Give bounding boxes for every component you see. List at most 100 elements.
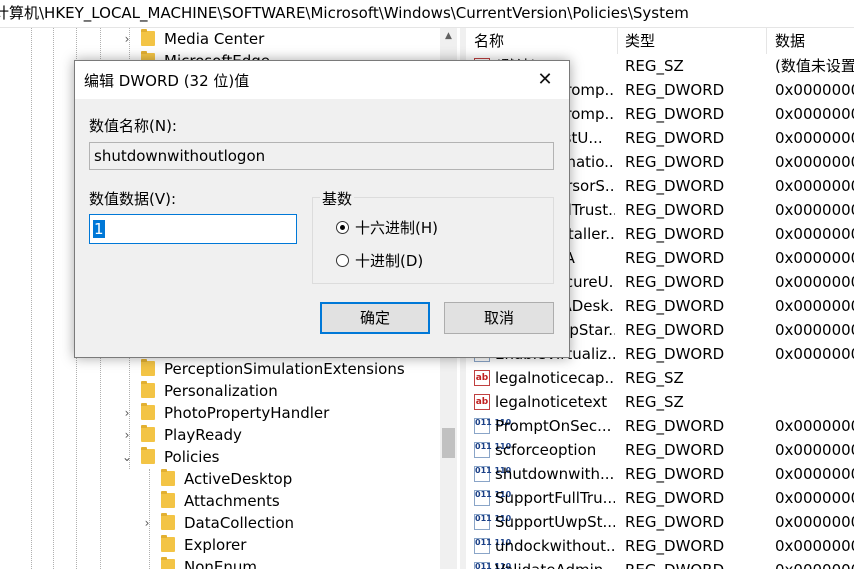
- address-bar[interactable]: 计算机\HKEY_LOCAL_MACHINE\SOFTWARE\Microsof…: [0, 0, 854, 28]
- collapse-arrow-icon[interactable]: ⌄: [122, 446, 132, 468]
- tree-item[interactable]: Explorer: [0, 534, 440, 556]
- expand-arrow-icon[interactable]: ›: [142, 512, 152, 534]
- tree-item[interactable]: Personalization: [0, 380, 440, 402]
- value-type: REG_SZ: [625, 369, 684, 387]
- value-row[interactable]: 011 110 SupportFullTru... REG_DWORD 0x00000…: [466, 486, 854, 510]
- tree-item[interactable]: › PhotoPropertyHandler: [0, 402, 440, 424]
- value-data: 0x0000000: [775, 81, 854, 99]
- tree-item[interactable]: Attachments: [0, 490, 440, 512]
- binary-value-icon: 011 110: [474, 442, 511, 458]
- close-icon[interactable]: ✕: [531, 66, 559, 94]
- value-type: REG_DWORD: [625, 513, 725, 531]
- tree-item[interactable]: PerceptionSimulationExtensions: [0, 358, 440, 380]
- tree-item-label: ActiveDesktop: [184, 470, 293, 488]
- ok-button[interactable]: 确定: [320, 302, 430, 334]
- base-group-label: 基数: [320, 188, 355, 209]
- value-name: SupportFullTru...: [495, 489, 615, 507]
- value-type: REG_DWORD: [625, 345, 725, 363]
- value-data: 0x0000000: [775, 537, 854, 555]
- address-path: 计算机\HKEY_LOCAL_MACHINE\SOFTWARE\Microsof…: [0, 4, 689, 22]
- value-data: 0x0000000: [775, 417, 854, 435]
- value-data: 0x0000000: [775, 558, 854, 569]
- tree-item-label: DataCollection: [184, 514, 295, 532]
- value-type: REG_DWORD: [625, 417, 725, 435]
- scroll-up-arrow-icon[interactable]: ▲: [440, 28, 457, 45]
- value-data: 0x0000000: [775, 345, 854, 363]
- value-name: scforceoption: [495, 441, 597, 459]
- value-type: REG_DWORD: [625, 489, 725, 507]
- value-name-label: 数值名称(N):: [89, 117, 177, 135]
- tree-item-label: Media Center: [164, 30, 265, 48]
- folder-icon: [141, 29, 155, 46]
- value-data: 0x0000000: [775, 249, 854, 267]
- tree-item[interactable]: › Media Center: [0, 28, 440, 50]
- decimal-radio[interactable]: [336, 254, 349, 267]
- tree-item-label: NonEnum: [184, 558, 258, 569]
- decimal-radio-label[interactable]: 十进制(D): [355, 250, 423, 271]
- value-type: REG_DWORD: [625, 129, 725, 147]
- hex-radio[interactable]: [336, 221, 349, 234]
- expand-arrow-icon[interactable]: ›: [122, 28, 132, 50]
- tree-item-label: PhotoPropertyHandler: [164, 404, 330, 422]
- value-type: REG_DWORD: [625, 558, 724, 569]
- value-data: 0x0000000: [775, 273, 854, 291]
- folder-icon: [161, 469, 175, 486]
- value-row[interactable]: ab legalnoticetext REG_SZ: [466, 390, 854, 414]
- value-type: REG_DWORD: [625, 153, 725, 171]
- expand-arrow-icon[interactable]: ›: [122, 424, 132, 446]
- value-data: 0x0000000: [775, 297, 854, 315]
- hex-radio-label[interactable]: 十六进制(H): [355, 217, 438, 238]
- tree-item[interactable]: ActiveDesktop: [0, 468, 440, 490]
- value-type: REG_SZ: [625, 57, 684, 75]
- value-data: 0x0000000: [775, 153, 854, 171]
- column-header-type[interactable]: 类型: [625, 28, 767, 54]
- value-row[interactable]: ab legalnoticecap... REG_SZ: [466, 366, 854, 390]
- value-row[interactable]: 011 110 undockwithout... REG_DWORD 0x000000…: [466, 534, 854, 558]
- expand-arrow-icon[interactable]: ›: [122, 402, 132, 424]
- value-data: 0x0000000: [775, 513, 854, 531]
- dialog-titlebar[interactable]: 编辑 DWORD (32 位)值 ✕: [75, 61, 569, 99]
- value-data: 0x0000000: [775, 129, 854, 147]
- value-type: REG_SZ: [625, 393, 684, 411]
- value-row[interactable]: 011 110 shutdownwith... REG_DWORD 0x0000000: [466, 462, 854, 486]
- tree-item-label: Personalization: [164, 382, 278, 400]
- dialog-body: 数值名称(N): shutdownwithoutlogon 数值数据(V): 1…: [75, 99, 569, 357]
- tree-item[interactable]: › DataCollection: [0, 512, 440, 534]
- value-row[interactable]: 011 110 SupportUwpSt... REG_DWORD 0x0000000: [466, 510, 854, 534]
- folder-icon: [161, 491, 175, 508]
- value-data: 0x0000000: [775, 225, 854, 243]
- value-type: REG_DWORD: [625, 321, 725, 339]
- value-data: 0x0000000: [775, 441, 854, 459]
- string-value-icon: ab: [474, 370, 490, 386]
- scrollbar-thumb[interactable]: [442, 428, 455, 458]
- binary-value-icon: 011 110: [474, 538, 511, 554]
- column-header-name[interactable]: 名称: [474, 28, 618, 54]
- value-data: 0x0000000: [775, 201, 854, 219]
- cancel-button[interactable]: 取消: [444, 302, 554, 334]
- value-data-input[interactable]: 1: [89, 214, 297, 244]
- value-data-text: 1: [93, 220, 105, 238]
- tree-item[interactable]: ⌄ Policies: [0, 446, 440, 468]
- value-type: REG_DWORD: [625, 465, 725, 483]
- value-type: REG_DWORD: [625, 81, 725, 99]
- binary-value-icon: 011 110: [474, 466, 511, 482]
- value-data-label: 数值数据(V):: [89, 190, 177, 208]
- column-header-data[interactable]: 数据: [775, 28, 854, 54]
- binary-value-icon: 011 110: [474, 418, 511, 434]
- folder-icon: [141, 359, 155, 376]
- value-data: 0x0000000: [775, 177, 854, 195]
- folder-icon: [141, 425, 155, 442]
- binary-value-icon: 011 110: [474, 490, 511, 506]
- value-row[interactable]: 011 110 PromptOnSec... REG_DWORD 0x0000000: [466, 414, 854, 438]
- tree-item[interactable]: › PlayReady: [0, 424, 440, 446]
- folder-icon: [161, 535, 175, 552]
- value-type: REG_DWORD: [625, 201, 725, 219]
- value-row[interactable]: 011 110ValidateAdmin... REG_DWORD 0x000000…: [466, 558, 854, 569]
- folder-icon: [141, 447, 155, 464]
- tree-item[interactable]: NonEnum: [0, 556, 440, 569]
- value-row[interactable]: 011 110 scforceoption REG_DWORD 0x0000000: [466, 438, 854, 462]
- tree-item-label: Explorer: [184, 536, 247, 554]
- folder-icon: [161, 513, 175, 530]
- binary-value-icon: 011 110: [474, 562, 511, 569]
- string-value-icon: ab: [474, 394, 490, 410]
